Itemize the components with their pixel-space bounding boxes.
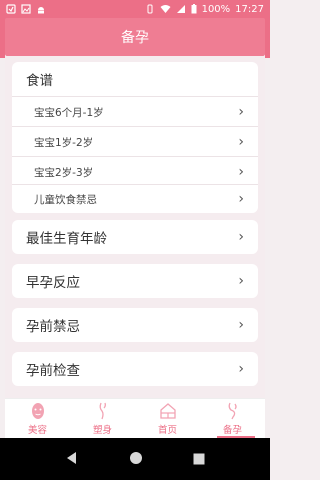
list-item-label: 宝宝6个月-1岁 <box>34 106 104 119</box>
page-title: 备孕 <box>121 30 149 46</box>
body-shape-icon <box>94 402 112 420</box>
image-icon <box>21 4 31 14</box>
bottom-tab-bar: 美容 塑身 首页 备孕 <box>5 398 265 438</box>
row-prepregnancy-taboo[interactable]: 孕前禁忌 › <box>12 308 258 342</box>
chevron-right-icon: › <box>238 229 244 245</box>
tab-label: 美容 <box>27 424 47 436</box>
back-icon[interactable] <box>65 450 79 469</box>
list-item-label: 宝宝2岁-3岁 <box>34 166 94 179</box>
recipe-item-6m-1y[interactable]: 宝宝6个月-1岁 › <box>12 98 258 126</box>
system-navigation-bar <box>0 438 270 480</box>
row-label: 最佳生育年龄 <box>26 231 107 247</box>
tab-label: 备孕 <box>222 424 242 436</box>
pregnancy-icon <box>224 402 242 420</box>
chevron-right-icon: › <box>238 104 244 120</box>
android-icon <box>36 4 46 14</box>
tab-body-shape[interactable]: 塑身 <box>70 399 135 438</box>
recipe-item-1y-2y[interactable]: 宝宝1岁-2岁 › <box>12 128 258 156</box>
chevron-right-icon: › <box>238 191 244 207</box>
divider <box>12 126 258 127</box>
battery-icon <box>191 4 197 14</box>
page-title-bar: 备孕 <box>5 18 265 56</box>
list-item-label: 儿童饮食禁忌 <box>34 193 97 206</box>
wifi-icon <box>160 4 171 14</box>
chevron-right-icon: › <box>238 273 244 289</box>
row-best-age[interactable]: 最佳生育年龄 › <box>12 220 258 254</box>
face-mask-icon <box>29 402 47 420</box>
notification-icon <box>6 4 16 14</box>
chevron-right-icon: › <box>238 134 244 150</box>
recents-icon[interactable] <box>193 450 205 469</box>
row-label: 孕前检查 <box>26 363 80 379</box>
tab-home[interactable]: 首页 <box>135 399 200 438</box>
clock: 17:27 <box>235 3 264 15</box>
tab-label: 首页 <box>157 424 177 436</box>
battery-percent: 100% <box>201 3 231 15</box>
tab-beauty[interactable]: 美容 <box>5 399 70 438</box>
chevron-right-icon: › <box>238 317 244 333</box>
row-label: 早孕反应 <box>26 275 80 291</box>
status-bar: 100% 17:27 <box>0 0 270 18</box>
recipes-group-title: 食谱 <box>26 73 53 89</box>
home-circle-icon[interactable] <box>129 450 143 469</box>
recipe-item-2y-3y[interactable]: 宝宝2岁-3岁 › <box>12 158 258 186</box>
home-icon <box>159 402 177 420</box>
tab-pregnancy[interactable]: 备孕 <box>200 399 265 438</box>
row-early-reaction[interactable]: 早孕反应 › <box>12 264 258 298</box>
list-item-label: 宝宝1岁-2岁 <box>34 136 94 149</box>
divider <box>12 96 258 97</box>
row-prepregnancy-check[interactable]: 孕前检查 › <box>12 352 258 386</box>
signal-icon <box>176 4 186 14</box>
tab-label: 塑身 <box>92 424 112 436</box>
recipe-item-diet-taboo[interactable]: 儿童饮食禁忌 › <box>12 185 258 213</box>
vibrate-icon <box>145 4 155 14</box>
divider <box>12 156 258 157</box>
row-label: 孕前禁忌 <box>26 319 80 335</box>
chevron-right-icon: › <box>238 361 244 377</box>
chevron-right-icon: › <box>238 164 244 180</box>
